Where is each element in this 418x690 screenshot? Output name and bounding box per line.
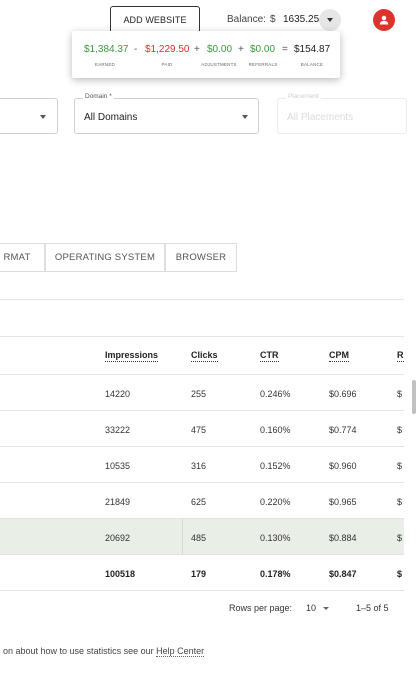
earned-label: EARNED	[95, 62, 115, 67]
tab-format[interactable]: RMAT	[0, 243, 45, 272]
table-row[interactable]: 33222 475 0.160% $0.774 $	[0, 411, 404, 447]
total-clicks: 179	[191, 569, 207, 579]
referrals-label: REFERRALS	[248, 62, 278, 67]
column-divider	[182, 519, 183, 555]
table-row[interactable]: 21849 625 0.220% $0.965 $	[0, 483, 404, 519]
chevron-down-icon[interactable]	[323, 607, 329, 610]
divider	[0, 299, 404, 300]
balance-label: Balance:	[227, 14, 266, 25]
cell-ctr: 0.152%	[260, 461, 291, 471]
balance-currency: $	[270, 14, 276, 25]
total-cpm: $0.847	[329, 569, 357, 579]
earned-value: $1,384.37	[84, 44, 129, 55]
cell-revenue: $	[397, 533, 403, 543]
user-icon	[379, 15, 389, 25]
plus-operator: +	[238, 44, 244, 55]
plus-operator: +	[194, 44, 200, 55]
paid-label: PAID	[161, 62, 173, 67]
help-footnote-text: on about how to use statistics see our	[3, 646, 157, 656]
cell-cpm: $0.774	[329, 425, 357, 435]
chevron-down-icon	[327, 18, 333, 22]
cell-impressions: 20692	[105, 533, 131, 543]
chevron-down-icon	[40, 115, 46, 119]
adjustments-label: ADJUSTMENTS	[201, 62, 237, 67]
equals-operator: =	[282, 44, 288, 55]
cell-clicks: 475	[191, 425, 207, 435]
cell-ctr: 0.220%	[260, 497, 291, 507]
total-ctr: 0.178%	[260, 569, 291, 579]
column-header-revenue[interactable]: R	[397, 350, 404, 362]
cell-cpm: $0.696	[329, 389, 357, 399]
cell-revenue: $	[397, 497, 403, 507]
table-row-hovered[interactable]: 20692 485 0.130% $0.884 $	[0, 519, 404, 555]
balance-dropdown-toggle[interactable]	[319, 9, 341, 31]
placement-select: Placement All Placements	[277, 93, 407, 134]
column-header-cpm[interactable]: CPM	[329, 350, 349, 362]
cell-cpm: $0.960	[329, 461, 357, 471]
cell-revenue: $	[397, 389, 403, 399]
cell-impressions: 14220	[105, 389, 131, 399]
placement-select-placeholder: All Placements	[287, 112, 354, 123]
cell-cpm: $0.965	[329, 497, 357, 507]
filter-select[interactable]	[0, 98, 58, 134]
table-total-row: 100518 179 0.178% $0.847 $	[0, 555, 404, 591]
cell-clicks: 625	[191, 497, 207, 507]
cell-ctr: 0.246%	[260, 389, 291, 399]
column-header-impressions[interactable]: Impressions	[105, 350, 159, 362]
cell-impressions: 33222	[105, 425, 131, 435]
domain-select-value: All Domains	[84, 112, 138, 123]
table-row[interactable]: 10535 316 0.152% $0.960 $	[0, 447, 404, 483]
cell-ctr: 0.160%	[260, 425, 291, 435]
scrollbar-thumb[interactable]	[412, 380, 416, 414]
referrals-value: $0.00	[250, 44, 276, 55]
table-row[interactable]: 14220 255 0.246% $0.696 $	[0, 375, 404, 411]
rows-per-page-select[interactable]: 10	[306, 603, 316, 613]
cell-cpm: $0.884	[329, 533, 357, 543]
minus-operator: -	[134, 44, 138, 55]
domain-select[interactable]: Domain * All Domains	[74, 93, 259, 134]
balance-value: 1635.25	[283, 14, 320, 25]
cell-revenue: $	[397, 425, 403, 435]
adjustments-value: $0.00	[207, 44, 233, 55]
tab-browser[interactable]: BROWSER	[165, 243, 237, 272]
rows-per-page-label: Rows per page:	[229, 603, 293, 613]
divider	[0, 336, 404, 337]
placement-select-label: Placement	[286, 93, 321, 100]
avatar[interactable]	[373, 9, 395, 31]
cell-revenue: $	[397, 461, 403, 471]
cell-ctr: 0.130%	[260, 533, 291, 543]
total-revenue: $	[397, 569, 403, 579]
chevron-down-icon	[242, 115, 248, 119]
tab-operating-system[interactable]: OPERATING SYSTEM	[45, 243, 165, 272]
balance-label: BALANCE	[300, 62, 324, 67]
column-header-clicks[interactable]: Clicks	[191, 350, 218, 362]
total-impressions: 100518	[105, 569, 136, 579]
cell-impressions: 21849	[105, 497, 131, 507]
paid-value: $1,229.50	[145, 44, 190, 55]
balance-breakdown-popover: $1,384.37 - $1,229.50 + $0.00 + $0.00 = …	[72, 31, 340, 78]
pagination-range: 1–5 of 5	[356, 603, 389, 613]
cell-impressions: 10535	[105, 461, 131, 471]
cell-clicks: 316	[191, 461, 207, 471]
help-footnote: on about how to use statistics see our H…	[3, 646, 205, 657]
net-balance-value: $154.87	[294, 44, 331, 55]
help-center-link[interactable]: Help Center	[156, 646, 205, 657]
add-website-button[interactable]: ADD WEBSITE	[110, 6, 200, 34]
cell-clicks: 485	[191, 533, 207, 543]
domain-select-label: Domain *	[83, 93, 114, 100]
cell-clicks: 255	[191, 389, 207, 399]
column-header-ctr[interactable]: CTR	[260, 350, 279, 362]
